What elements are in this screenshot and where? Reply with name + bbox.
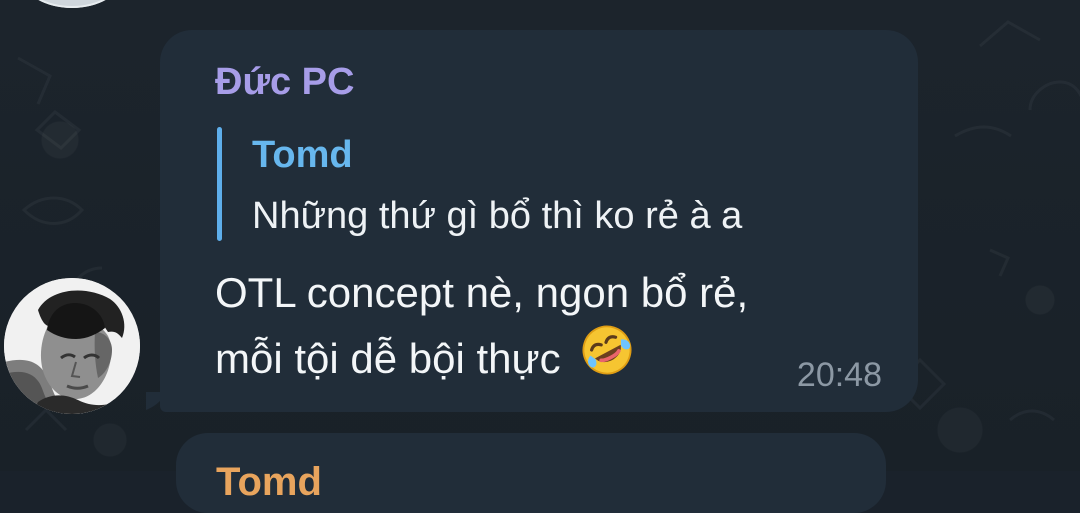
rolling-on-the-floor-laughing-emoji-icon (582, 325, 632, 375)
sender-avatar[interactable] (4, 278, 140, 414)
message-line-text: mỗi tội dễ bội thực (215, 335, 561, 382)
reply-author: Tomd (252, 134, 353, 176)
next-message-bubble[interactable]: Tomd (176, 433, 886, 513)
message-bubble[interactable]: Đức PC Tomd Những thứ gì bổ thì ko rẻ à … (160, 30, 918, 412)
sender-name[interactable]: Đức PC (215, 62, 354, 102)
message-line: OTL concept nè, ngon bổ rẻ, (215, 269, 749, 316)
reply-accent-bar (217, 127, 222, 241)
message-line: mỗi tội dễ bội thực (215, 321, 835, 387)
reply-text: Những thứ gì bổ thì ko rẻ à a (252, 195, 743, 237)
reply-preview[interactable]: Tomd Những thứ gì bổ thì ko rẻ à a (217, 127, 857, 243)
next-message-sender: Tomd (216, 460, 322, 504)
message-text: OTL concept nè, ngon bổ rẻ, mỗi tội dễ b… (215, 265, 835, 387)
message-timestamp: 20:48 (796, 356, 882, 394)
